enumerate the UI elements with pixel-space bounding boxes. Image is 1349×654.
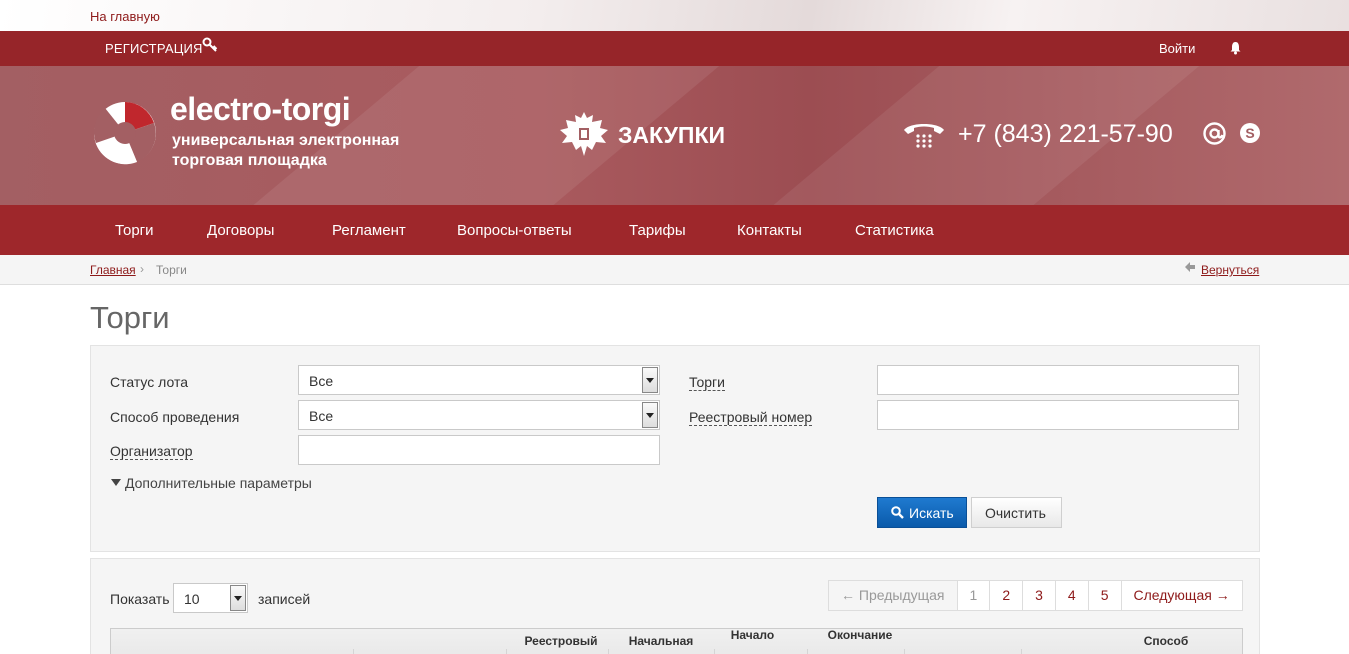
more-params-label: Дополнительные параметры: [125, 475, 312, 491]
clear-button-label: Очистить: [985, 505, 1046, 521]
pager-page-4[interactable]: 4: [1054, 581, 1088, 610]
pager-page-5[interactable]: 5: [1087, 581, 1121, 610]
organizer-label[interactable]: Организатор: [110, 443, 193, 460]
nav-item-statistics[interactable]: Статистика: [855, 222, 934, 239]
section-title[interactable]: ЗАКУПКИ: [618, 122, 725, 149]
breadcrumb-home[interactable]: Главная: [90, 263, 136, 277]
nav-item-torgi[interactable]: Торги: [115, 222, 154, 239]
key-icon: [202, 37, 218, 57]
filter-panel: Статус лота Все Способ проведения Все Ор…: [90, 345, 1260, 552]
register-link[interactable]: РЕГИСТРАЦИЯ: [105, 41, 203, 56]
more-params-toggle[interactable]: Дополнительные параметры: [111, 475, 312, 491]
lot-status-label: Статус лота: [110, 374, 188, 390]
search-button[interactable]: Искать: [877, 497, 967, 528]
logo-subtitle-2: торговая площадка: [172, 152, 327, 169]
top-strip: На главную: [0, 0, 1349, 31]
method-select[interactable]: Все: [298, 400, 660, 430]
nav-item-reglament[interactable]: Регламент: [332, 222, 406, 239]
records-label: записей: [258, 591, 311, 607]
chevron-down-icon[interactable]: [230, 585, 246, 611]
page-size-select[interactable]: 10: [173, 583, 248, 613]
login-link[interactable]: Войти: [1159, 41, 1195, 56]
logo-icon[interactable]: [91, 98, 159, 168]
chevron-down-icon[interactable]: [642, 367, 658, 393]
site-header: electro-torgi универсальная электронная …: [0, 66, 1349, 205]
phone-icon: [904, 124, 944, 148]
results-panel: Показать 10 записей ← Предыдущая 1 2 3 4…: [90, 558, 1260, 654]
show-label: Показать: [110, 591, 170, 607]
lot-status-select[interactable]: Все: [298, 365, 660, 395]
main-nav: Торги Договоры Регламент Вопросы-ответы …: [0, 205, 1349, 255]
organizer-input[interactable]: [298, 435, 660, 465]
method-label: Способ проведения: [110, 409, 240, 425]
svg-text:S: S: [1245, 125, 1254, 141]
pager-page-2[interactable]: 2: [989, 581, 1022, 610]
back-link[interactable]: Вернуться: [1201, 263, 1259, 277]
col-method[interactable]: Способ: [1123, 634, 1209, 648]
search-button-label: Искать: [909, 505, 954, 521]
pager-prev[interactable]: ← Предыдущая: [829, 581, 957, 610]
bell-icon[interactable]: [1229, 41, 1242, 55]
torgi-label[interactable]: Торги: [689, 374, 725, 391]
col-start-price[interactable]: Начальная: [616, 634, 706, 648]
col-reg-number[interactable]: Реестровый: [515, 634, 607, 648]
email-icon[interactable]: [1203, 122, 1226, 145]
table-header: Реестровый Начальная Начало Окончание Сп…: [110, 628, 1243, 654]
reg-number-label[interactable]: Реестровый номер: [689, 409, 813, 426]
phone-number[interactable]: +7 (843) 221-57-90: [958, 120, 1173, 149]
nav-item-faq[interactable]: Вопросы-ответы: [457, 222, 572, 239]
page-size-value: 10: [184, 591, 200, 607]
breadcrumb-separator: ›: [140, 262, 144, 276]
home-link[interactable]: На главную: [90, 9, 160, 24]
clear-button[interactable]: Очистить: [971, 497, 1062, 528]
chevron-down-icon[interactable]: [642, 402, 658, 428]
torgi-input[interactable]: [877, 365, 1239, 395]
page-title: Торги: [90, 300, 170, 335]
user-bar: РЕГИСТРАЦИЯ Войти: [0, 31, 1349, 66]
method-value: Все: [309, 408, 334, 424]
pager-page-1[interactable]: 1: [956, 581, 990, 610]
col-start-date[interactable]: Начало: [715, 628, 790, 642]
arrow-left-icon: [1184, 261, 1196, 276]
pagination: ← Предыдущая 1 2 3 4 5 Следующая →: [828, 580, 1243, 611]
reg-number-input[interactable]: [877, 400, 1239, 430]
triangle-down-icon: [111, 479, 121, 486]
nav-item-tarify[interactable]: Тарифы: [629, 222, 686, 239]
nav-item-dogovory[interactable]: Договоры: [207, 222, 274, 239]
breadcrumb: Главная › Торги Вернуться: [0, 255, 1349, 285]
skype-icon[interactable]: S: [1239, 122, 1261, 144]
logo-title[interactable]: electro-torgi: [170, 91, 351, 128]
breadcrumb-current: Торги: [156, 263, 187, 277]
pager-next[interactable]: Следующая →: [1120, 581, 1242, 610]
lot-status-value: Все: [309, 373, 334, 389]
pager-page-3[interactable]: 3: [1022, 581, 1055, 610]
nav-item-contacts[interactable]: Контакты: [737, 222, 802, 239]
col-end-date[interactable]: Окончание: [810, 628, 910, 642]
logo-subtitle-1: универсальная электронная: [172, 132, 400, 149]
coat-of-arms-icon: [560, 112, 608, 156]
search-icon: [891, 506, 904, 519]
